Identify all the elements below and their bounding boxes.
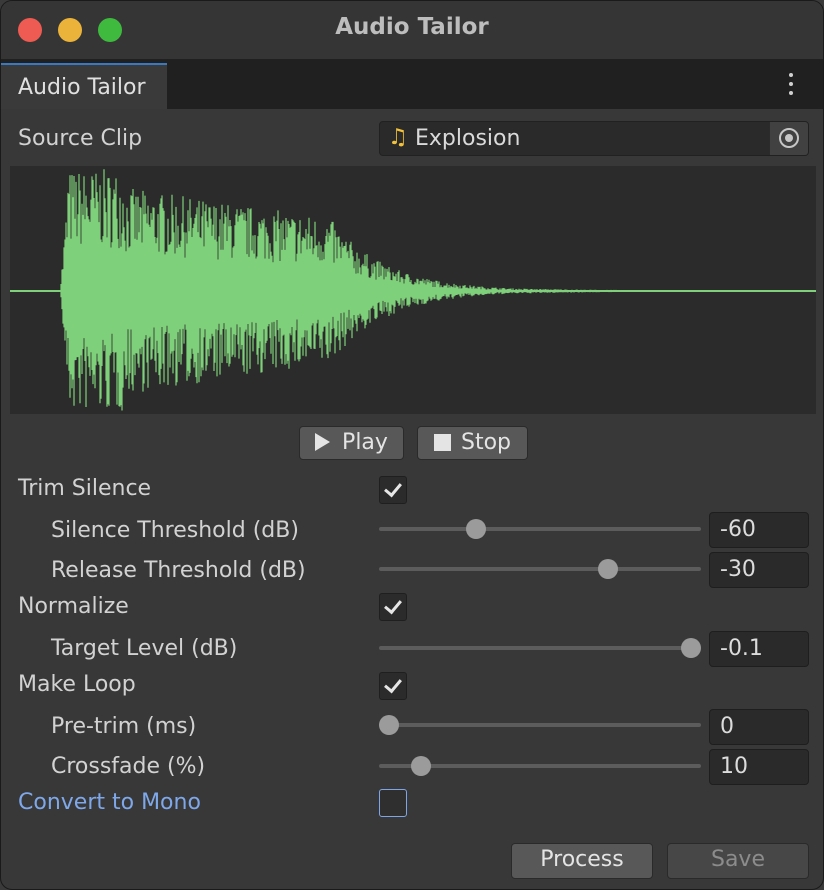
release-threshold-value: -30 xyxy=(720,557,756,582)
window-title: Audio Tailor xyxy=(335,14,489,40)
waveform-preview xyxy=(10,166,816,414)
tab-bar: Audio Tailor xyxy=(1,59,823,109)
play-icon xyxy=(315,433,331,451)
target-level-slider[interactable] xyxy=(379,638,702,658)
target-level-value: -0.1 xyxy=(720,636,763,661)
stop-label: Stop xyxy=(460,430,511,455)
stop-button[interactable]: Stop xyxy=(417,426,528,460)
convert-to-mono-label: Convert to Mono xyxy=(18,790,201,815)
play-button[interactable]: Play xyxy=(299,426,404,460)
pre-trim-label: Pre-trim (ms) xyxy=(51,714,197,739)
make-loop-label: Make Loop xyxy=(18,672,136,697)
waveform-graph xyxy=(10,169,816,411)
crossfade-label: Crossfade (%) xyxy=(51,754,206,779)
silence-threshold-slider-thumb[interactable] xyxy=(465,519,486,539)
pre-trim-slider-thumb[interactable] xyxy=(378,715,399,735)
pre-trim-field[interactable]: 0 xyxy=(709,709,809,745)
title-bar: Audio Tailor xyxy=(1,1,823,60)
audio-clip-icon: ♫ xyxy=(388,125,408,150)
source-clip-value: Explosion xyxy=(415,126,521,151)
save-label: Save xyxy=(710,847,765,872)
play-label: Play xyxy=(342,430,388,455)
audio-tailor-window: Audio Tailor Audio Tailor Source Clip ♫ … xyxy=(0,0,824,890)
more-options-icon[interactable] xyxy=(779,72,803,96)
save-button[interactable]: Save xyxy=(667,843,809,879)
target-level-slider-thumb[interactable] xyxy=(681,638,702,658)
tab-audio-tailor[interactable]: Audio Tailor xyxy=(1,63,167,109)
trim-silence-label: Trim Silence xyxy=(18,476,152,501)
silence-threshold-field[interactable]: -60 xyxy=(709,512,809,548)
release-threshold-label: Release Threshold (dB) xyxy=(51,558,306,583)
crossfade-field[interactable]: 10 xyxy=(709,749,809,785)
crossfade-value: 10 xyxy=(720,754,748,779)
silence-threshold-label: Silence Threshold (dB) xyxy=(51,518,299,543)
stop-icon xyxy=(433,434,451,451)
object-picker-button[interactable] xyxy=(769,122,808,155)
release-threshold-slider[interactable] xyxy=(379,559,701,579)
release-threshold-field[interactable]: -30 xyxy=(709,552,809,588)
process-label: Process xyxy=(540,847,624,872)
crossfade-slider-thumb[interactable] xyxy=(410,756,431,776)
process-button[interactable]: Process xyxy=(511,843,653,879)
target-level-label: Target Level (dB) xyxy=(51,636,238,661)
source-clip-label: Source Clip xyxy=(18,126,143,151)
pre-trim-value: 0 xyxy=(720,714,734,739)
trim-silence-checkbox[interactable] xyxy=(379,476,407,504)
tab-label: Audio Tailor xyxy=(18,75,146,100)
silence-threshold-slider[interactable] xyxy=(379,519,701,539)
pre-trim-slider[interactable] xyxy=(378,715,701,735)
target-level-field[interactable]: -0.1 xyxy=(709,631,809,667)
convert-to-mono-checkbox[interactable] xyxy=(379,789,407,817)
silence-threshold-value: -60 xyxy=(720,517,756,542)
normalize-label: Normalize xyxy=(18,594,129,619)
source-clip-field[interactable]: ♫ Explosion xyxy=(379,121,809,156)
release-threshold-slider-thumb[interactable] xyxy=(597,559,618,579)
crossfade-slider[interactable] xyxy=(379,756,701,776)
normalize-checkbox[interactable] xyxy=(379,593,407,621)
make-loop-checkbox[interactable] xyxy=(379,672,407,700)
